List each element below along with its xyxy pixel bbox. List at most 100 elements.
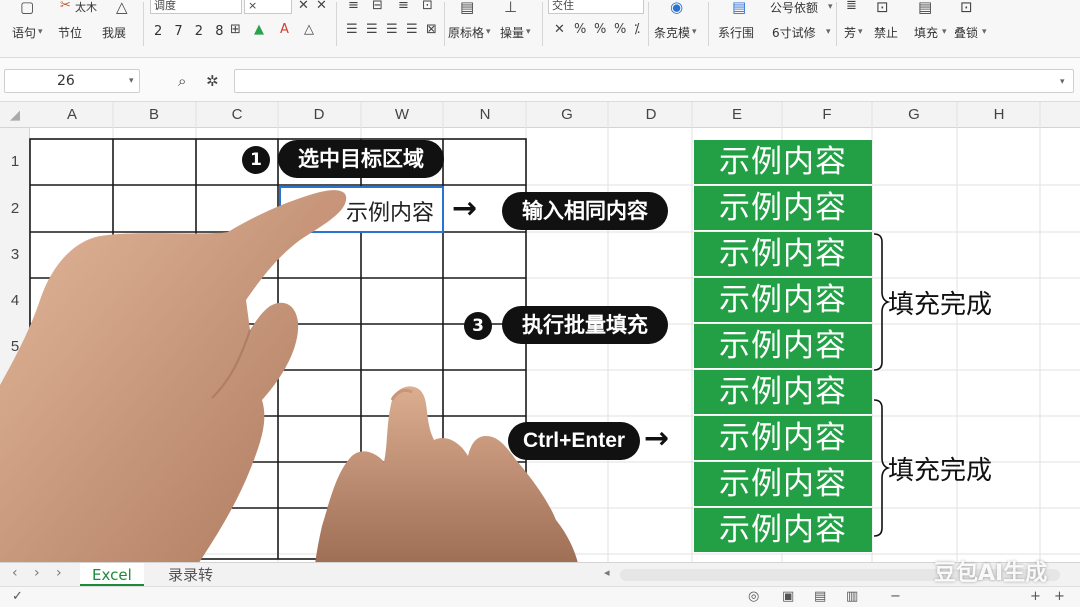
- ribbon-button-a[interactable]: 语句: [12, 24, 36, 41]
- filled-cell[interactable]: 示例内容: [694, 140, 872, 185]
- ribbon-button-b[interactable]: 节位: [58, 24, 82, 41]
- chevron-down-icon[interactable]: ▾: [826, 27, 831, 37]
- search-icon[interactable]: ⌕: [178, 72, 186, 90]
- cell-reference: 26: [57, 73, 75, 89]
- align-left-icon[interactable]: ☰: [346, 22, 358, 37]
- filled-cell[interactable]: 示例内容: [694, 232, 872, 277]
- border-icon[interactable]: ⊞: [230, 22, 241, 37]
- ribbon-divider: [542, 2, 543, 46]
- ribbon-toolbar: ▢ ✂ 太木 △ 语句 ▾ 节位 我展 调度 × ✕ ✕ 2 7 2 8 ⊞ ▲…: [0, 0, 1080, 58]
- chevron-down-icon[interactable]: ▾: [486, 27, 491, 37]
- scroll-left-icon[interactable]: ◂: [604, 566, 610, 579]
- prev-sheet-icon[interactable]: ›: [34, 565, 40, 581]
- forbid-button[interactable]: 禁止: [874, 24, 898, 41]
- filled-cell[interactable]: 示例内容: [694, 462, 872, 507]
- chevron-down-icon[interactable]: ▾: [526, 27, 531, 37]
- batch-icon[interactable]: ⊥: [504, 0, 517, 16]
- paste-icon[interactable]: ▢: [20, 0, 34, 16]
- align-center-icon[interactable]: ☰: [366, 22, 378, 37]
- filled-cell[interactable]: 示例内容: [694, 370, 872, 415]
- chevron-down-icon[interactable]: ▾: [1060, 77, 1065, 87]
- selected-cell-text: 示例内容: [346, 201, 435, 226]
- close-icon[interactable]: ✕: [316, 0, 327, 13]
- wrap-icon[interactable]: ⊡: [422, 0, 433, 13]
- ribbon-select[interactable]: 公号依额: [770, 0, 818, 16]
- first-sheet-icon[interactable]: ‹: [12, 565, 18, 581]
- table-style-icon[interactable]: ▤: [460, 0, 474, 16]
- ribbon-divider: [444, 2, 445, 46]
- font-size-select[interactable]: ×: [244, 0, 292, 14]
- chevron-down-icon[interactable]: ▾: [828, 2, 833, 12]
- percent-icon[interactable]: %: [574, 22, 586, 37]
- next-sheet-icon[interactable]: ›: [56, 565, 62, 581]
- align-bottom-icon[interactable]: ≡: [398, 0, 409, 13]
- format-icon[interactable]: △: [304, 22, 314, 37]
- sheet-tab-active[interactable]: Excel: [80, 563, 144, 587]
- page-layout-icon[interactable]: ▣: [782, 589, 794, 604]
- ribbon-divider: [143, 2, 144, 46]
- cut-icon[interactable]: ✂: [60, 0, 71, 13]
- formula-input[interactable]: [234, 69, 1074, 93]
- ribbon-divider: [708, 2, 709, 46]
- batch-button[interactable]: 操量: [500, 24, 524, 41]
- chevron-down-icon[interactable]: ▾: [129, 76, 134, 86]
- formula-bar: 26 ▾ ⌕ ✲ ▾: [0, 58, 1080, 102]
- filled-cell[interactable]: 示例内容: [694, 278, 872, 323]
- zoom-out-icon[interactable]: −: [890, 589, 901, 604]
- completion-label: 填充完成: [888, 290, 993, 320]
- function-icon[interactable]: ✲: [206, 72, 219, 90]
- sort-button[interactable]: 芳: [844, 24, 856, 41]
- chevron-down-icon[interactable]: ▾: [982, 27, 987, 37]
- ribbon-button-c[interactable]: 我展: [102, 24, 126, 41]
- align-middle-icon[interactable]: ⊟: [372, 0, 383, 13]
- font-name-select[interactable]: 调度: [150, 0, 242, 14]
- sheet-tab[interactable]: 录录转: [156, 563, 225, 587]
- step-1-label: 选中目标区域: [278, 140, 444, 178]
- freeze-icon[interactable]: ⊡: [876, 0, 889, 16]
- chevron-down-icon[interactable]: ▾: [858, 27, 863, 37]
- reading-view-icon[interactable]: ▥: [846, 589, 858, 604]
- fill-icon[interactable]: ▤: [918, 0, 932, 16]
- merge-icon[interactable]: ⊠: [426, 22, 437, 37]
- page-break-icon[interactable]: ▤: [814, 589, 826, 604]
- align-right-icon[interactable]: ☰: [386, 22, 398, 37]
- decimal-icon[interactable]: %: [614, 22, 626, 37]
- fill-button[interactable]: 填充: [914, 24, 938, 41]
- row-button[interactable]: 系行围: [718, 24, 754, 41]
- document-icon[interactable]: ▤: [732, 0, 746, 16]
- ribbon-divider: [648, 2, 649, 46]
- percent-icon[interactable]: %: [594, 22, 606, 37]
- align-top-icon[interactable]: ≡: [348, 0, 359, 13]
- name-box[interactable]: 26 ▾: [4, 69, 140, 93]
- shortcut-label: Ctrl+Enter: [508, 422, 640, 460]
- fill-color-icon[interactable]: ▲: [254, 22, 264, 37]
- format-painter-icon[interactable]: △: [116, 0, 128, 16]
- lock-icon[interactable]: ⊡: [960, 0, 973, 16]
- decimal-icon[interactable]: ⁒: [634, 22, 640, 37]
- template-icon[interactable]: ◉: [670, 0, 683, 16]
- filled-cell[interactable]: 示例内容: [694, 324, 872, 369]
- table-style-button[interactable]: 原标格: [448, 24, 484, 41]
- font-size-presets[interactable]: 2 7 2 8: [154, 24, 227, 39]
- number-format-select[interactable]: 交住: [548, 0, 644, 14]
- expand-icon[interactable]: +: [1054, 589, 1065, 604]
- template-button[interactable]: 条克模: [654, 24, 690, 41]
- step-1-badge: 1: [242, 146, 270, 174]
- size-button[interactable]: 6寸试修: [772, 24, 816, 41]
- zoom-in-icon[interactable]: +: [1030, 589, 1041, 604]
- ribbon-divider: [336, 2, 337, 46]
- filled-cell[interactable]: 示例内容: [694, 508, 872, 553]
- font-color-icon[interactable]: A: [280, 22, 289, 37]
- clear-format-icon[interactable]: ✕: [298, 0, 309, 13]
- sort-icon[interactable]: ≣: [846, 0, 857, 13]
- justify-icon[interactable]: ☰: [406, 22, 418, 37]
- filled-cell[interactable]: 示例内容: [694, 186, 872, 231]
- chevron-down-icon[interactable]: ▾: [692, 27, 697, 37]
- lock-button[interactable]: 叠锁: [954, 24, 978, 41]
- chevron-down-icon[interactable]: ▾: [942, 27, 947, 37]
- filled-cell[interactable]: 示例内容: [694, 416, 872, 461]
- chevron-down-icon[interactable]: ▾: [38, 27, 43, 37]
- normal-view-icon[interactable]: ◎: [748, 589, 759, 604]
- completion-label: 填充完成: [888, 456, 993, 486]
- clear-icon[interactable]: ✕: [554, 22, 565, 37]
